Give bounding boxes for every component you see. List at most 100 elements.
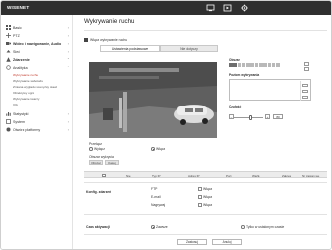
event-icon [5,57,11,63]
chevron-down-icon: › [67,111,69,116]
app-window: WISENET Basic › PTZ › Wideo i nawigowani… [0,0,332,250]
sensitivity-value[interactable]: 80 [273,114,283,119]
chevron-up-icon: ˇ [67,57,69,62]
sidebar-subitem-tamper[interactable]: Wykrywanie sabotażu [13,79,43,84]
overlay-on-label: Włącz [156,147,166,151]
camera-preview-image [89,62,217,138]
sensitivity-heading: Czułość [229,105,242,109]
col-ip-type: Typ IP [152,173,161,178]
overlay-off-radio[interactable] [89,147,93,151]
divider [84,182,327,183]
tab-other[interactable]: Nie dotyczy [160,45,218,52]
schedule-custom-label: Tylko w ustalonym czasie [246,225,285,229]
action-record-checkbox[interactable] [198,203,202,207]
chevron-down-icon: › [67,41,69,46]
action-ftp-value: Włącz [203,187,213,191]
area-add-button[interactable]: Obszar [89,160,103,165]
sidebar-item-label: Wideo i nawigowanie, Audio [13,41,62,46]
sidebar-subitem-face[interactable]: Wykrywanie twarzy [13,97,39,102]
sidebar-item-label: System [13,119,25,124]
sensitivity-slider-track[interactable] [233,117,263,118]
sensitivity-increase-button[interactable]: + [265,114,270,119]
sidebar-item-event[interactable]: Zdarzenie ˇ [5,56,71,63]
enable-motion-label: Włącz wykrywanie ruchu [90,38,128,42]
action-email-checkbox[interactable] [198,195,202,199]
chevron-up-icon: ˇ [67,65,69,70]
stats-icon [5,111,11,117]
chevron-down-icon: › [67,33,69,38]
sidebar-item-ptz[interactable]: PTZ › [5,32,71,39]
schedule-always-radio[interactable] [151,225,155,229]
add-area-button[interactable] [304,62,309,66]
sidebar-item-label: Statystyki [13,111,29,116]
chevron-down-icon: › [67,49,69,54]
tab-label: Ustawienia podstawowe [111,46,149,51]
divider [84,30,327,31]
overlay-label: Przełącz [89,142,103,146]
divider [84,214,327,215]
sidebar-subitem-iva[interactable]: IVA [13,103,18,108]
area-delete-button[interactable]: Kasuj [105,160,119,165]
col-ip-address: Adres IP [188,173,200,178]
action-email-name: E-mail [151,195,161,199]
col-misc: Nr zasian we [302,173,320,178]
area-grid[interactable] [229,63,280,67]
sidebar-item-basic[interactable]: Basic › [5,24,71,31]
sidebar-item-video-audio[interactable]: Wideo i nawigowanie, Audio › [5,40,71,47]
brand-logo: WISENET [7,5,30,10]
system-icon [5,119,11,125]
sidebar-item-network[interactable]: Sieć › [5,48,71,55]
network-icon [5,49,11,55]
settings-gear-icon[interactable] [240,4,249,12]
sidebar-item-analytics[interactable]: Analityka ˇ [5,64,71,71]
button-label: Obszar [91,160,101,165]
button-label: Kasuj [108,160,116,165]
button-label: Zastosuj [185,240,199,244]
level-heading: Poziom wykrywania [229,73,260,77]
action-ftp-checkbox[interactable] [198,187,202,191]
remove-area-button[interactable] [304,67,309,71]
overlay-off-label: Wyłącz [94,147,105,151]
select-all-checkbox[interactable] [102,173,106,178]
chevron-down-icon: › [67,25,69,30]
apply-button[interactable]: Zastosuj [177,239,207,245]
action-record-value: Włącz [203,203,213,207]
sidebar-item-stats[interactable]: Statystyki › [5,110,71,117]
col-weight: Ważk. [252,173,261,178]
tab-label: Nie dotyczy [180,46,198,51]
divider [84,234,327,235]
tab-basic[interactable]: Ustawienia podstawowe [100,45,160,52]
sidebar-item-label: Basic [13,25,22,30]
ptz-icon [5,33,11,39]
sidebar-subitem-fog[interactable]: Obiektywy ogni [13,91,34,96]
platform-icon [5,127,11,133]
sidebar-subitem-scene-change[interactable]: Zmiana wygladu sceny/wy stawi [13,85,57,90]
page-title: Wykrywanie ruchu [84,18,135,25]
action-ftp-name: FTP [151,187,158,191]
sidebar-subitem-motion[interactable]: Wykrywanie ruchu [13,73,38,78]
sidebar-item-label: Sieć [13,49,20,54]
chevron-down-icon: › [67,119,69,124]
camera-preview[interactable] [89,62,217,138]
schedule-custom-radio[interactable] [241,225,245,229]
monitor-icon[interactable] [206,4,215,12]
overlay-on-radio[interactable] [151,147,155,151]
cancel-button[interactable]: Anuluj [212,239,242,245]
playback-icon[interactable] [223,4,232,12]
area-heading: Obszar [229,58,240,62]
action-record-name: Nagrywaj [151,203,166,207]
col-port: Port [226,173,232,178]
sidebar-item-platform[interactable]: Otwórz platformy › [5,126,71,133]
enable-motion-checkbox[interactable] [84,38,88,42]
action-email-value: Włącz [203,195,213,199]
sidebar-item-system[interactable]: System › [5,118,71,125]
col-range: Zakres [282,173,292,178]
sensitivity-slider-knob[interactable] [249,115,252,120]
sidebar-item-label: Analityka [13,65,28,70]
level-bar [300,81,310,101]
button-label: Anuluj [222,240,232,244]
col-no: Nie [126,173,131,178]
sidebar-item-label: Otwórz platformy [13,127,41,132]
actions-label: Konfig. zdarzeń [86,190,112,194]
grid-icon [5,25,11,31]
